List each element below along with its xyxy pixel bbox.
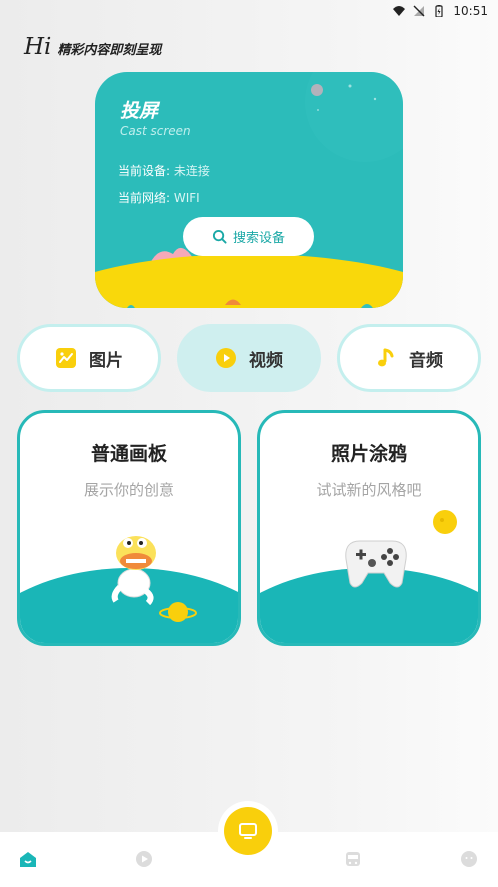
bus-icon[interactable] [343, 849, 363, 869]
feature-card-photo-doodle[interactable]: 照片涂鸦 试试新的风格吧 [257, 410, 481, 646]
category-audio-label: 音频 [409, 350, 443, 371]
planet-illustration [159, 602, 197, 622]
feature-title-photo-doodle: 照片涂鸦 [330, 443, 407, 465]
wifi-icon [393, 6, 406, 16]
duck-mascot-illustration [111, 536, 156, 605]
play-icon [215, 347, 237, 369]
feature-card-drawing-board[interactable]: 普通画板 展示你的创意 [17, 410, 241, 646]
device-label: 当前设备: [118, 164, 171, 178]
face-icon[interactable] [459, 849, 479, 869]
category-picture-button[interactable]: 图片 [17, 324, 161, 392]
play-circle-icon[interactable] [134, 849, 154, 869]
feature-subtitle-photo-doodle: 试试新的风格吧 [316, 481, 422, 499]
category-picture-label: 图片 [89, 350, 123, 371]
picture-icon [55, 347, 77, 369]
feature-title-drawing-board: 普通画板 [90, 443, 167, 465]
home-icon[interactable] [18, 849, 38, 869]
network-value: WIFI [170, 191, 200, 205]
cast-title: 投屏 [120, 100, 159, 122]
device-value: 未连接 [170, 164, 210, 178]
tv-icon [239, 823, 257, 839]
battery-icon [435, 5, 444, 17]
current-network-row: 当前网络: WIFI [118, 189, 200, 206]
status-time: 10:51 [453, 4, 488, 18]
greeting-hi: Hi [24, 34, 52, 60]
search-device-label: 搜索设备 [232, 231, 285, 246]
no-signal-icon [413, 5, 425, 17]
search-icon [212, 229, 227, 244]
status-bar: 10:51 [0, 0, 498, 22]
cast-subtitle: Cast screen [120, 124, 191, 138]
current-device-row: 当前设备: 未连接 [118, 162, 210, 179]
network-label: 当前网络: [118, 191, 171, 205]
category-video-button[interactable]: 视频 [177, 324, 321, 392]
cast-screen-card[interactable]: 投屏 Cast screen 当前设备: 未连接 当前网络: WIFI 搜索设备 [95, 72, 403, 308]
gamepad-illustration [345, 540, 407, 588]
greeting: Hi 精彩内容即刻呈现 [24, 34, 161, 60]
tv-cast-fab-button[interactable] [224, 807, 272, 855]
search-device-button[interactable]: 搜索设备 [183, 217, 314, 256]
greeting-subtitle: 精彩内容即刻呈现 [57, 43, 162, 58]
feature-subtitle-drawing-board: 展示你的创意 [83, 481, 174, 499]
category-video-label: 视频 [249, 350, 283, 371]
category-audio-button[interactable]: 音频 [337, 324, 481, 392]
music-note-icon [375, 347, 397, 369]
planet-illustration [433, 510, 457, 534]
